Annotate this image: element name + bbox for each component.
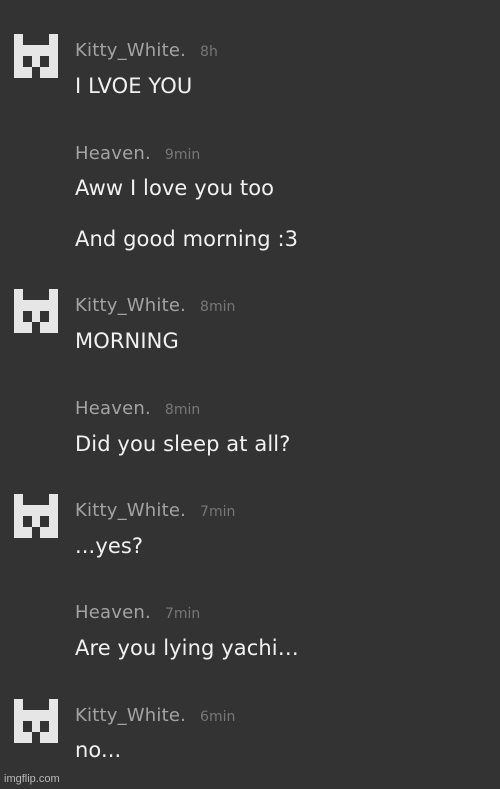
timestamp: 7min — [164, 606, 201, 622]
message-text: ...yes? — [75, 534, 144, 558]
username[interactable]: Heaven. — [75, 398, 151, 419]
message-header: Kitty_White. 8h — [75, 41, 218, 62]
chat-log: Kitty_White. 8h I LVOE YOU Heaven. 9min Aw… — [0, 0, 500, 789]
message-text: Are you lying yachi… — [75, 636, 299, 660]
message-text: Aww I love you too — [75, 176, 275, 200]
message-header: Kitty_White. 7min — [75, 501, 235, 522]
timestamp: 8min — [164, 402, 201, 418]
username[interactable]: Heaven. — [75, 602, 151, 623]
timestamp: 9min — [164, 147, 201, 163]
username[interactable]: Kitty_White. — [75, 500, 186, 521]
pixel-castle-icon[interactable] — [14, 699, 58, 743]
message-header: Heaven. 9min — [75, 144, 200, 165]
timestamp: 6min — [200, 709, 236, 725]
message-header: Kitty_White. 8min — [75, 296, 235, 317]
message-header: Heaven. 7min — [75, 603, 200, 624]
message-text: no... — [75, 738, 122, 762]
message-header: Kitty_White. 6min — [75, 706, 235, 727]
username[interactable]: Kitty_White. — [75, 705, 186, 726]
timestamp: 7min — [200, 504, 236, 520]
message-text: MORNING — [75, 329, 179, 353]
timestamp: 8h — [200, 44, 218, 60]
message-text: Did you sleep at all? — [75, 432, 291, 456]
username[interactable]: Kitty_White. — [75, 295, 186, 316]
pixel-castle-icon[interactable] — [14, 34, 58, 78]
message-text: I LVOE YOU — [75, 74, 193, 98]
message-header: Heaven. 8min — [75, 399, 200, 420]
pixel-castle-icon[interactable] — [14, 289, 58, 333]
timestamp: 8min — [200, 299, 236, 315]
message-text: And good morning :3 — [75, 227, 299, 251]
username[interactable]: Heaven. — [75, 143, 151, 164]
pixel-castle-icon[interactable] — [14, 494, 58, 538]
watermark: imgflip.com — [4, 773, 60, 785]
username[interactable]: Kitty_White. — [75, 40, 186, 61]
